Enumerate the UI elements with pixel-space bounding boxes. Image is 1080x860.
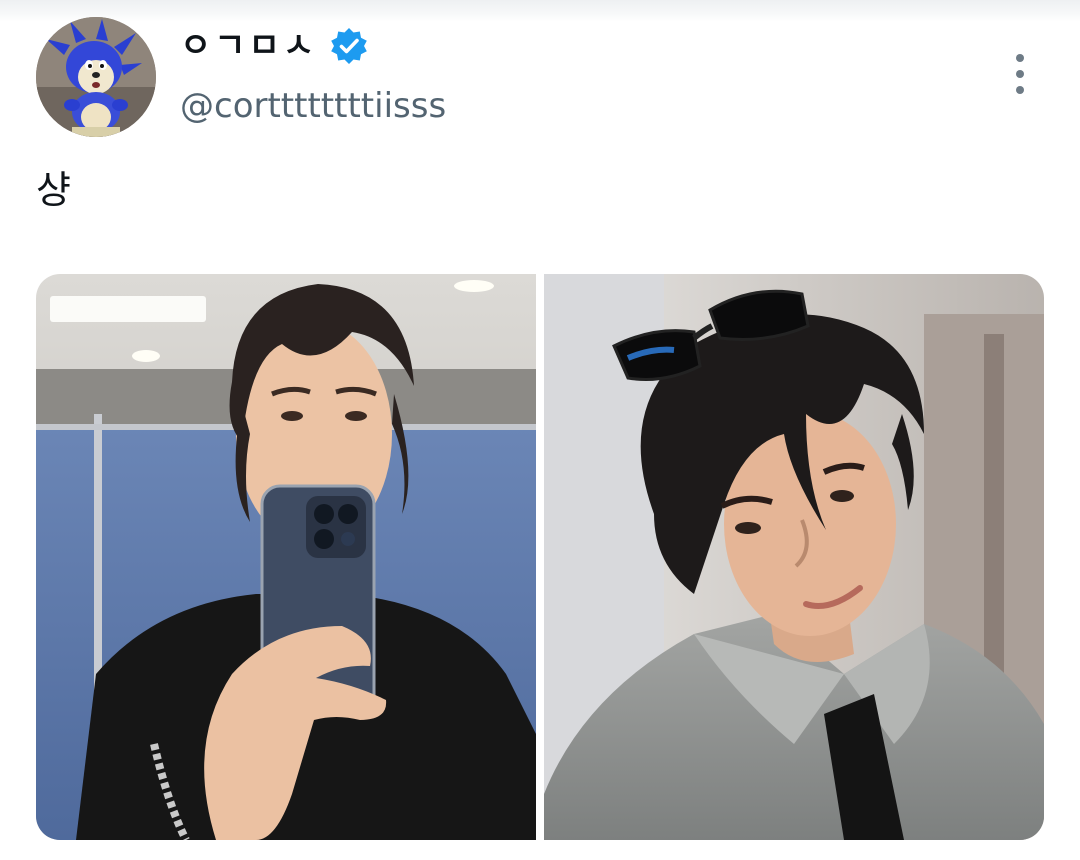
- display-name[interactable]: ㅇㄱㅁㅅ: [180, 29, 317, 63]
- portrait-with-sunglasses-photo-icon: [544, 274, 1044, 840]
- more-options-button[interactable]: [1000, 50, 1040, 98]
- media-photo-1[interactable]: [36, 274, 536, 840]
- tweet-text: 샹: [36, 168, 71, 212]
- more-vertical-icon: [1016, 86, 1024, 94]
- verified-badge-icon: [331, 28, 367, 64]
- author-name-row[interactable]: ㅇㄱㅁㅅ: [180, 20, 369, 72]
- mirror-selfie-photo-icon: [36, 274, 536, 840]
- tweet-page: ㅇㄱㅁㅅ @corttttttttiisss 샹: [0, 0, 1080, 860]
- blue-hedgehog-avatar-icon: [36, 17, 156, 137]
- media-photo-2[interactable]: [544, 274, 1044, 840]
- avatar[interactable]: [36, 17, 156, 137]
- media-grid: [36, 274, 1044, 840]
- more-vertical-icon: [1016, 70, 1024, 78]
- more-vertical-icon: [1016, 54, 1024, 62]
- author-handle[interactable]: @corttttttttiisss: [180, 87, 446, 125]
- top-edge: [0, 0, 1080, 22]
